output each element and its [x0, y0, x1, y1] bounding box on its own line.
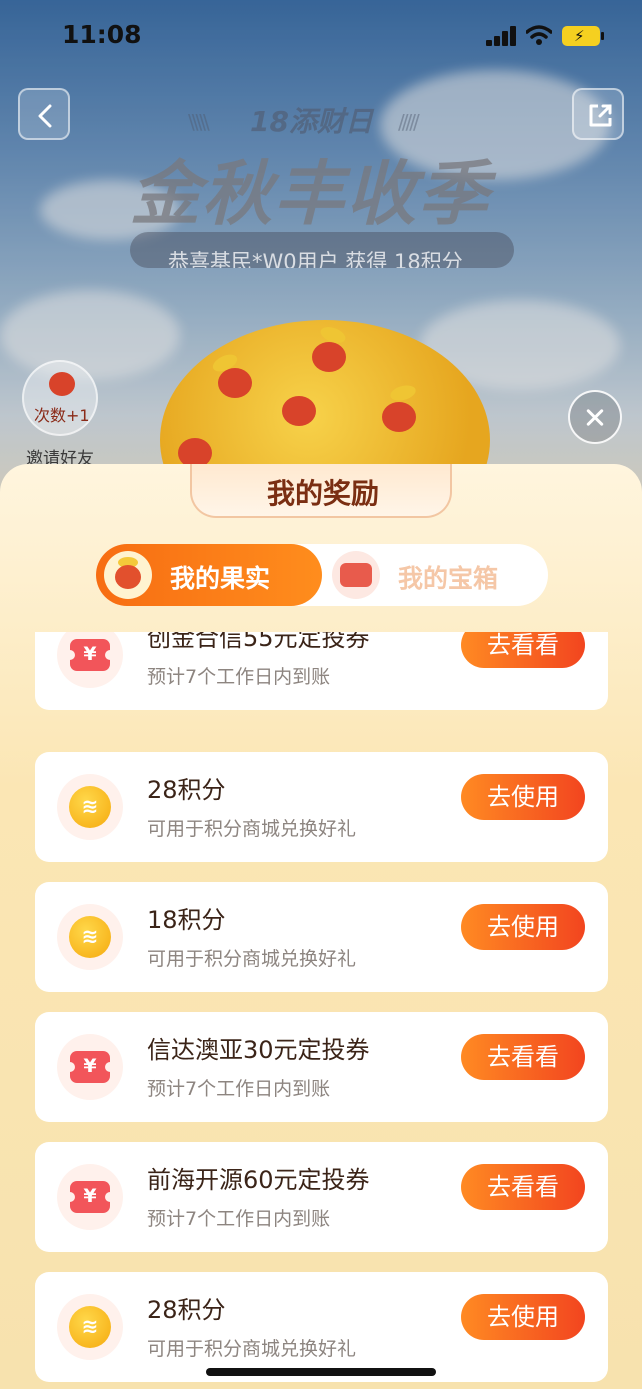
reward-title: 28积分	[147, 1296, 226, 1324]
invite-count: 次数+1	[34, 406, 90, 425]
reward-desc: 可用于积分商城兑换好礼	[147, 948, 357, 970]
apple-icon	[49, 372, 75, 396]
reward-list[interactable]: ¥ 创金合信55元定投券 预计7个工作日内到账 去看看 ≋ 28积分 可用于积分…	[35, 632, 608, 1382]
ticker-text: 恭喜基民*W0用户 获得 18积分	[168, 250, 463, 268]
event-subtitle: 18添财日	[250, 105, 373, 138]
reward-card: ¥ 信达澳亚30元定投券 预计7个工作日内到账 去看看	[35, 1012, 608, 1122]
chevron-left-icon	[38, 104, 52, 128]
subtitle-decoration-right: /////	[398, 110, 420, 134]
tab-label: 我的果实	[170, 564, 271, 593]
reward-desc: 预计7个工作日内到账	[147, 1078, 331, 1100]
reward-desc: 可用于积分商城兑换好礼	[147, 818, 357, 840]
reward-card: ≋ 28积分 可用于积分商城兑换好礼 去使用	[35, 752, 608, 862]
view-button[interactable]: 去看看	[461, 632, 585, 668]
event-title: 金秋丰收季	[130, 153, 490, 235]
wifi-icon	[526, 25, 552, 45]
treasure-chest-icon	[332, 551, 380, 599]
invite-friends-button[interactable]: 次数+1	[22, 360, 98, 436]
status-bar: 11:08 ⚡	[0, 0, 642, 72]
use-button[interactable]: 去使用	[461, 1294, 585, 1340]
share-button[interactable]	[572, 88, 624, 140]
reward-card: ¥ 前海开源60元定投券 预计7个工作日内到账 去看看	[35, 1142, 608, 1252]
battery-icon: ⚡	[562, 26, 604, 46]
tab-label: 我的宝箱	[398, 564, 499, 593]
use-button[interactable]: 去使用	[461, 774, 585, 820]
coin-icon: ≋	[69, 786, 111, 828]
ticket-icon: ¥	[65, 639, 115, 671]
signal-icon	[486, 26, 518, 46]
reward-card: ≋ 18积分 可用于积分商城兑换好礼 去使用	[35, 882, 608, 992]
reward-title: 28积分	[147, 776, 226, 804]
subtitle-decoration-left: \\\\\	[188, 110, 210, 134]
sheet-title-banner: 我的奖励	[190, 464, 452, 518]
winner-ticker: 恭喜基民*W0用户 获得 18积分	[130, 232, 514, 268]
reward-title: 创金合信55元定投券	[147, 632, 370, 652]
back-button[interactable]	[18, 88, 70, 140]
reward-desc: 预计7个工作日内到账	[147, 666, 331, 688]
view-button[interactable]: 去看看	[461, 1164, 585, 1210]
home-indicator[interactable]	[206, 1368, 436, 1376]
fruit-icon	[104, 551, 152, 599]
use-button[interactable]: 去使用	[461, 904, 585, 950]
sheet-title: 我的奖励	[266, 477, 379, 510]
reward-title: 18积分	[147, 906, 226, 934]
reward-desc: 可用于积分商城兑换好礼	[147, 1338, 357, 1360]
reward-title: 信达澳亚30元定投券	[147, 1036, 370, 1064]
coin-icon: ≋	[69, 916, 111, 958]
view-button[interactable]: 去看看	[461, 1034, 585, 1080]
reward-card: ¥ 创金合信55元定投券 预计7个工作日内到账 去看看	[35, 632, 608, 710]
close-button[interactable]	[568, 390, 622, 444]
coin-icon: ≋	[69, 1306, 111, 1348]
ticket-icon: ¥	[65, 1181, 115, 1213]
reward-desc: 预计7个工作日内到账	[147, 1208, 331, 1230]
reward-title: 前海开源60元定投券	[147, 1166, 370, 1194]
ticket-icon: ¥	[65, 1051, 115, 1083]
share-icon	[589, 104, 612, 127]
reward-tabs: 我的果实 我的宝箱	[96, 544, 548, 606]
status-time: 11:08	[62, 20, 142, 49]
tab-my-fruits[interactable]: 我的果实	[96, 544, 322, 606]
reward-card: ≋ 28积分 可用于积分商城兑换好礼 去使用	[35, 1272, 608, 1382]
